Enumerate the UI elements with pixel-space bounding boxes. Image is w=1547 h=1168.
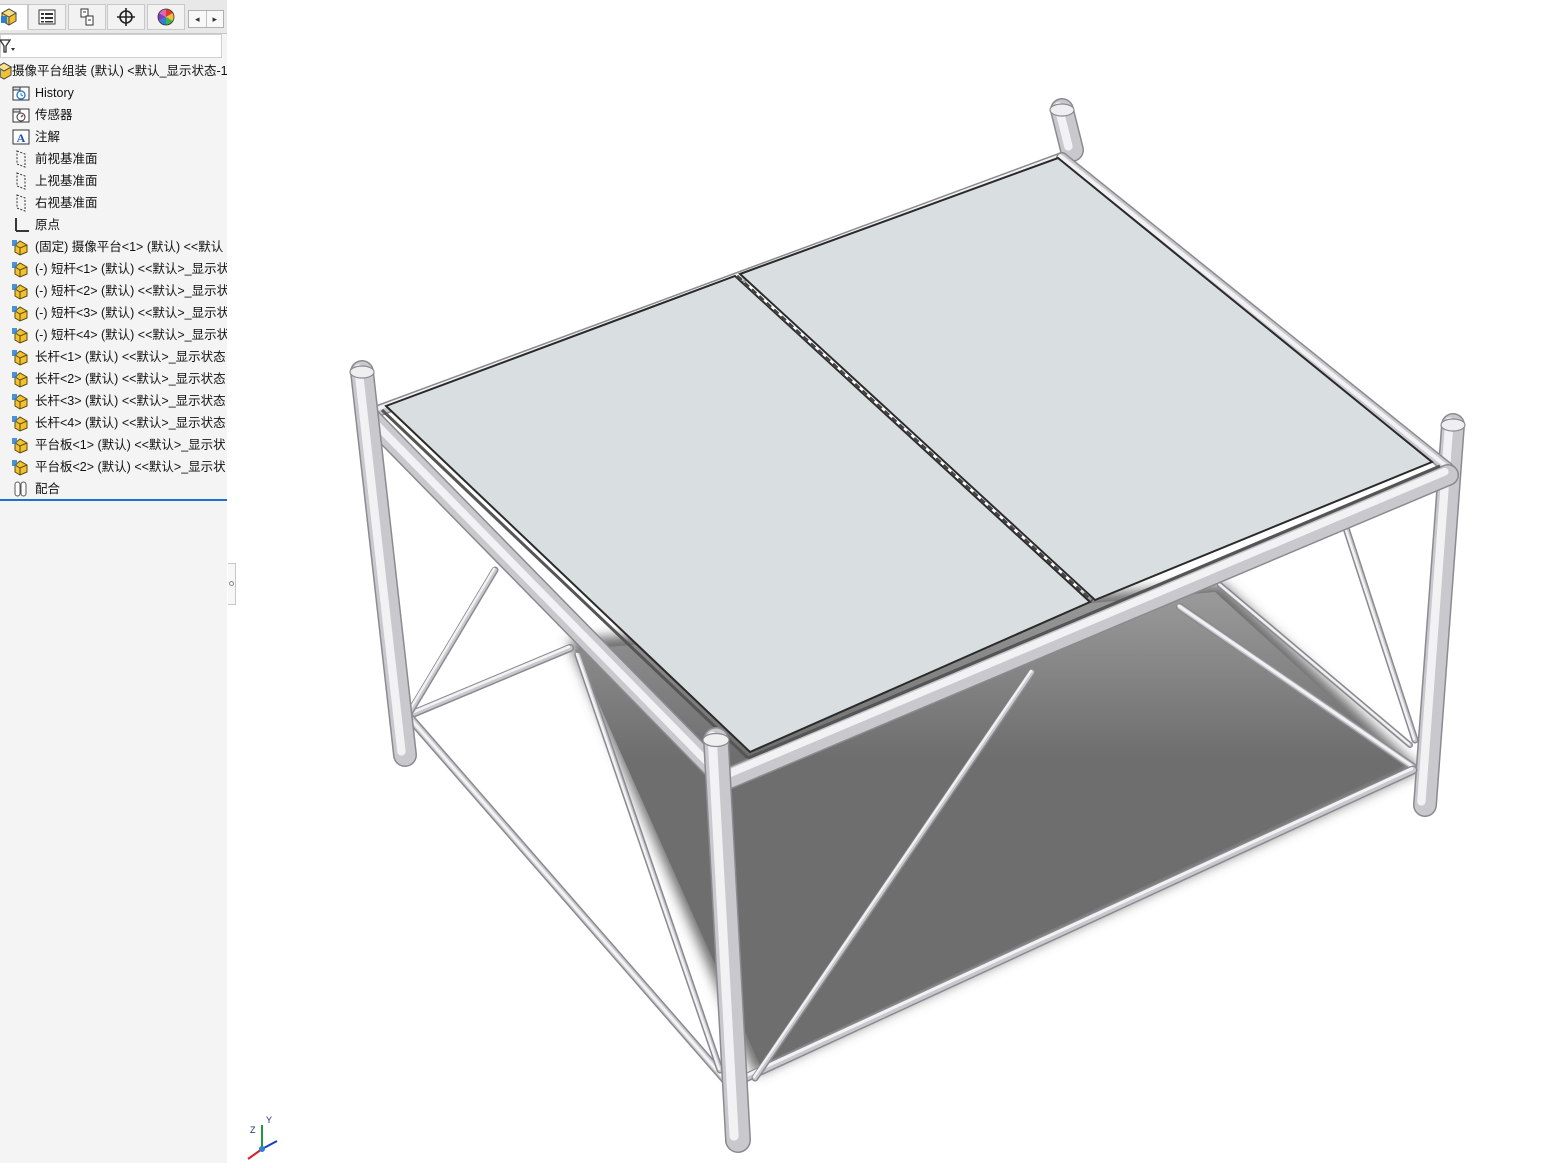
tree-item-label: 原点: [35, 218, 61, 232]
tree-item-label: (-) 短杆<3> (默认) <<默认>_显示状: [35, 306, 228, 320]
tree-item[interactable]: (-) 短杆<2> (默认) <<默认>_显示状: [0, 280, 227, 302]
tree-item-label: 平台板<1> (默认) <<默认>_显示状: [35, 438, 226, 452]
crosshair-icon: [117, 8, 135, 26]
tree-item[interactable]: (固定) 摄像平台<1> (默认) <<默认: [0, 236, 227, 258]
tree-item-label: (-) 短杆<1> (默认) <<默认>_显示状: [35, 262, 228, 276]
part-icon: [12, 260, 30, 278]
tree-item[interactable]: 平台板<2> (默认) <<默认>_显示状: [0, 456, 227, 478]
scroll-left-button[interactable]: ◂: [189, 11, 206, 27]
lower-rail-back-left-body: [407, 645, 573, 718]
part-icon: [12, 392, 30, 410]
tree-item[interactable]: (-) 短杆<4> (默认) <<默认>_显示状: [0, 324, 227, 346]
tab-scroll-arrows: ◂ ▸: [188, 10, 224, 28]
tree-item-label: 长杆<3> (默认) <<默认>_显示状态: [35, 394, 226, 408]
tree-item-label: History: [35, 86, 74, 100]
tree-item-label: (-) 短杆<2> (默认) <<默认>_显示状: [35, 284, 228, 298]
part-icon: [12, 326, 30, 344]
property-list-icon: [38, 9, 56, 25]
tree-item[interactable]: 长杆<3> (默认) <<默认>_显示状态: [0, 390, 227, 412]
tree-item-label: 配合: [35, 482, 61, 496]
tree-item[interactable]: 长杆<2> (默认) <<默认>_显示状态: [0, 368, 227, 390]
brace-left-side-highlight: [407, 567, 496, 713]
panel-collapse-handle[interactable]: [228, 563, 236, 605]
tree-item-label: 注解: [35, 130, 61, 144]
feature-manager-tab[interactable]: [0, 4, 28, 30]
property-manager-tab[interactable]: [28, 4, 66, 30]
tree-item-label: (固定) 摄像平台<1> (默认) <<默认: [35, 240, 224, 254]
display-manager-tab[interactable]: [147, 4, 185, 30]
part-icon: [12, 304, 30, 322]
graphics-viewport[interactable]: Y Z X: [236, 0, 1547, 1163]
tree-item[interactable]: A 注解: [0, 126, 227, 148]
tree-rollback-bar[interactable]: [0, 499, 227, 501]
brace-right-side-highlight: [1342, 522, 1416, 741]
filter-icon[interactable]: [0, 37, 21, 55]
svg-text:A: A: [17, 131, 26, 145]
tree-item[interactable]: 上视基准面: [0, 170, 227, 192]
part-icon: [12, 458, 30, 476]
tree-item[interactable]: 摄像平台组装 (默认) <默认_显示状态-1>: [0, 60, 227, 82]
tree-item[interactable]: (-) 短杆<1> (默认) <<默认>_显示状: [0, 258, 227, 280]
part-icon: [12, 238, 30, 256]
tree-item-label: 平台板<2> (默认) <<默认>_显示状: [35, 460, 226, 474]
tree-item-label: 长杆<2> (默认) <<默认>_显示状态: [35, 372, 226, 386]
annotation-icon: A: [12, 128, 30, 146]
tree-item-label: 前视基准面: [35, 152, 98, 166]
brace-left-side-body: [408, 568, 497, 714]
dimxpert-tab[interactable]: [107, 4, 145, 30]
triad-z-label: Z: [250, 1125, 256, 1135]
tree-item[interactable]: 原点: [0, 214, 227, 236]
part-icon: [12, 436, 30, 454]
orientation-triad: Y Z X: [242, 1115, 282, 1163]
tree-item[interactable]: 前视基准面: [0, 148, 227, 170]
sensor-folder-icon: [12, 106, 30, 124]
feature-manager-panel: ◂ ▸ 摄像平台组装 (默认) <默认_显示状态-1> History 传感器 A 注解…: [0, 0, 228, 1163]
color-wheel-icon: [157, 8, 175, 26]
tree-item-label: 长杆<4> (默认) <<默认>_显示状态: [35, 416, 226, 430]
post-left-cap: [349, 365, 375, 379]
part-icon: [12, 348, 30, 366]
plane-icon: [12, 172, 30, 190]
plane-icon: [12, 150, 30, 168]
configuration-manager-tab[interactable]: [68, 4, 106, 30]
tree-item[interactable]: 平台板<1> (默认) <<默认>_显示状: [0, 434, 227, 456]
tree-item[interactable]: 配合: [0, 478, 227, 500]
tree-item-label: 传感器: [35, 108, 73, 122]
history-folder-icon: [12, 84, 30, 102]
origin-icon: [12, 216, 30, 234]
tree-item-label: 摄像平台组装 (默认) <默认_显示状态-1>: [12, 64, 228, 78]
tree-item-label: 右视基准面: [35, 196, 98, 210]
tree-item[interactable]: (-) 短杆<3> (默认) <<默认>_显示状: [0, 302, 227, 324]
feature-manager-tabbar: ◂ ▸: [0, 0, 227, 34]
tree-item[interactable]: 右视基准面: [0, 192, 227, 214]
tree-item[interactable]: 传感器: [0, 104, 227, 126]
configuration-icon: [80, 8, 94, 26]
tree-item-label: (-) 短杆<4> (默认) <<默认>_显示状: [35, 328, 228, 342]
part-icon: [12, 282, 30, 300]
tree-item[interactable]: 长杆<1> (默认) <<默认>_显示状态: [0, 346, 227, 368]
assembly-model-render: [349, 98, 1466, 1153]
post-back-right-cap: [1049, 103, 1075, 117]
tree-item-label: 长杆<1> (默认) <<默认>_显示状态: [35, 350, 226, 364]
triad-y-label: Y: [266, 1115, 273, 1125]
post-front-cap: [702, 732, 730, 748]
tree-item[interactable]: 长杆<4> (默认) <<默认>_显示状态: [0, 412, 227, 434]
part-icon: [12, 414, 30, 432]
tree-filter-box[interactable]: [0, 34, 222, 58]
mates-icon: [12, 480, 30, 498]
part-icon: [12, 370, 30, 388]
post-right-cap: [1440, 418, 1466, 432]
plane-icon: [12, 194, 30, 212]
part-cube-icon: [0, 8, 18, 26]
tree-item-label: 上视基准面: [35, 174, 98, 188]
scroll-right-button[interactable]: ▸: [205, 11, 224, 27]
tree-item[interactable]: History: [0, 82, 227, 104]
